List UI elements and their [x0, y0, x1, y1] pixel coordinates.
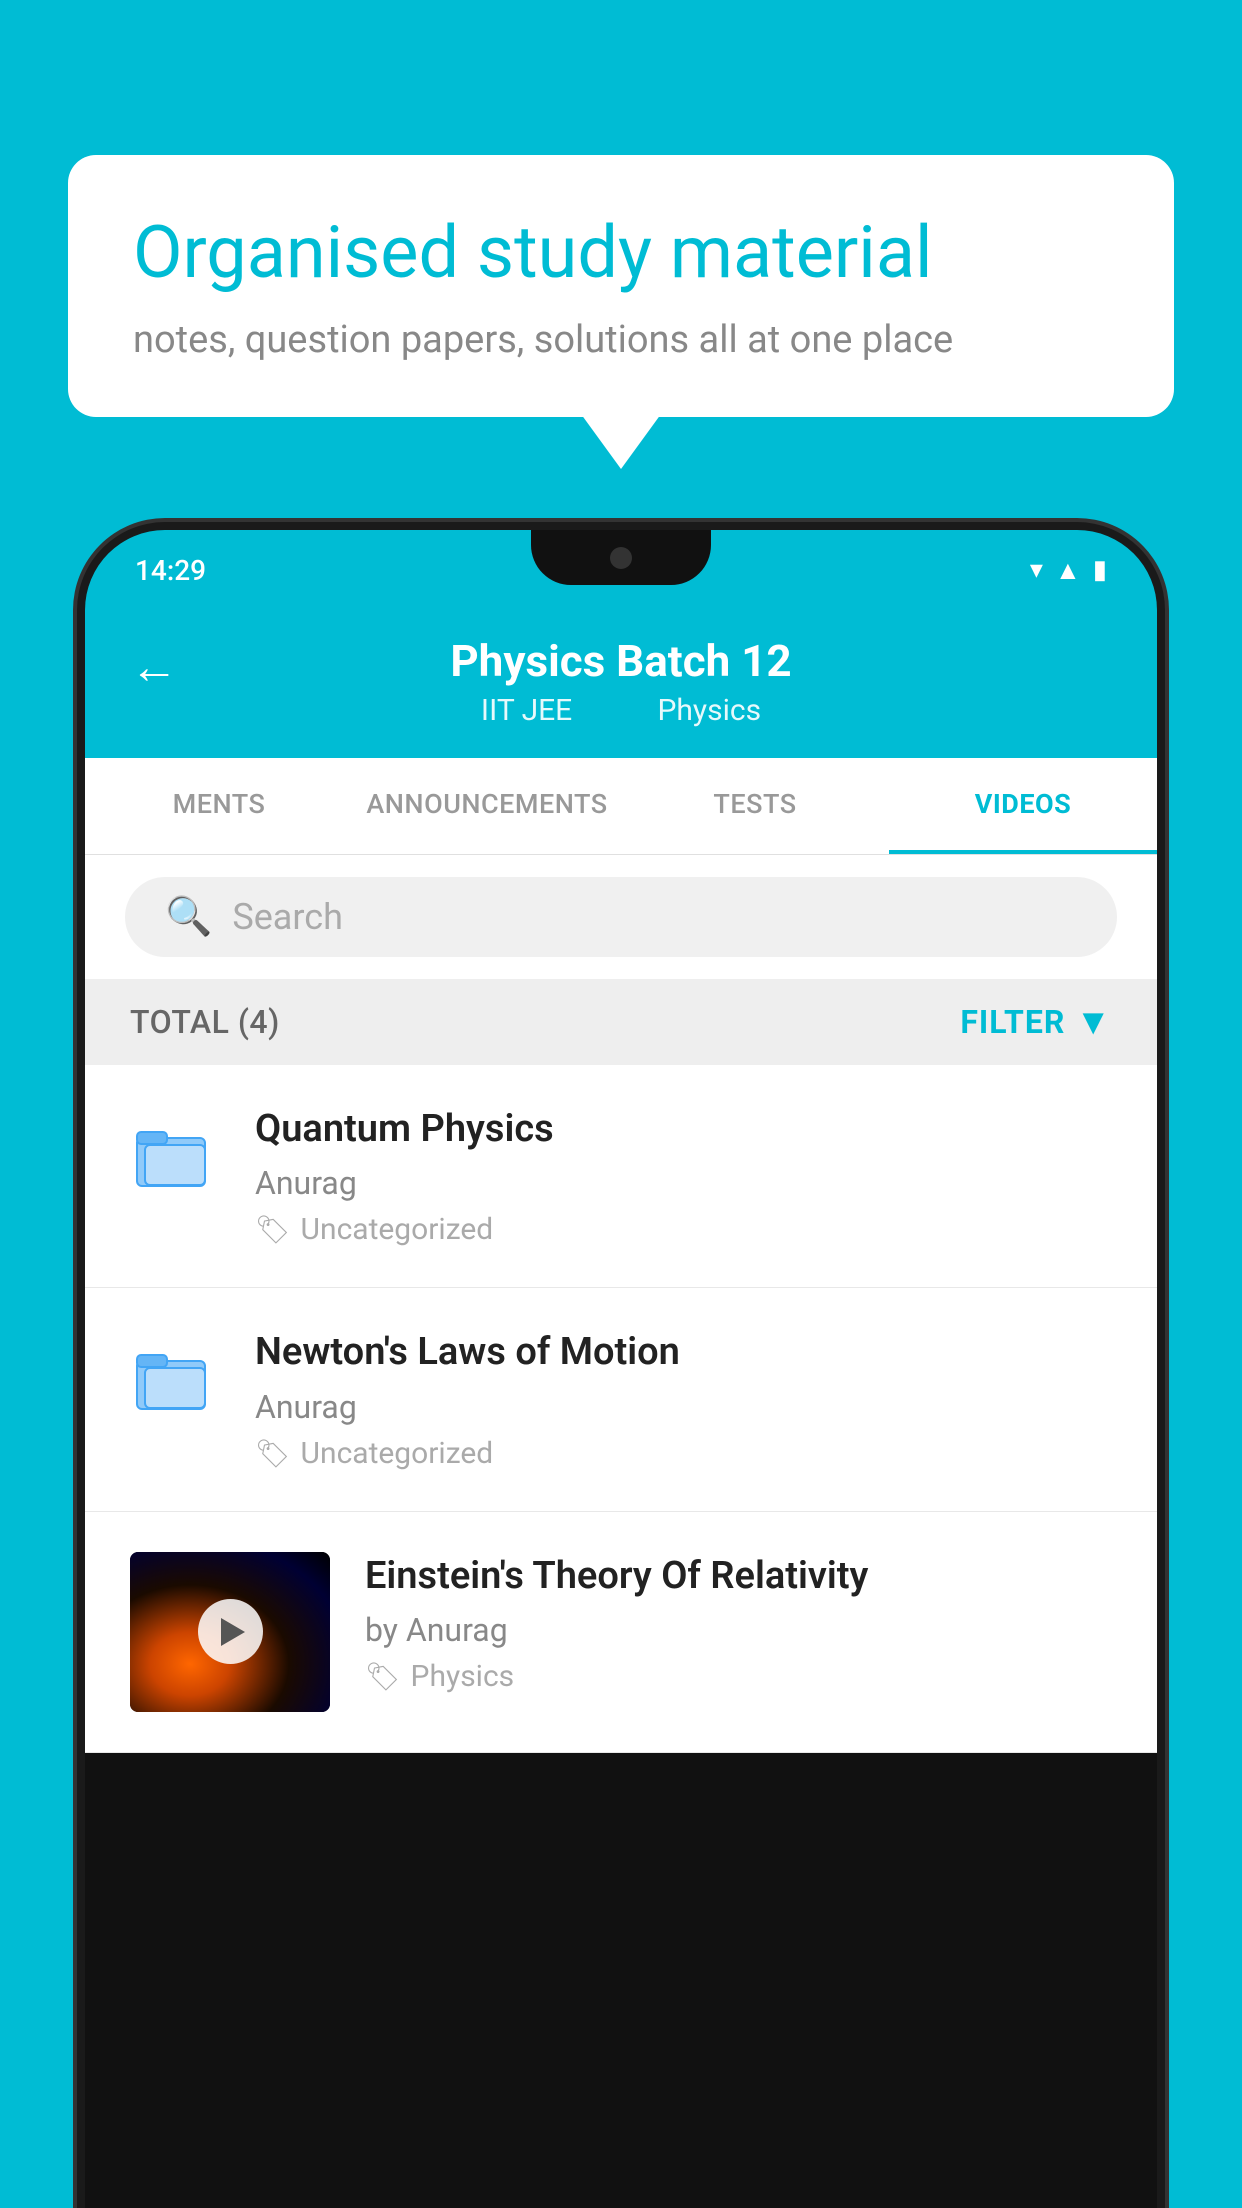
subtitle-separator — [604, 693, 626, 728]
play-button[interactable] — [198, 1599, 263, 1664]
search-input-wrap[interactable]: 🔍 Search — [125, 877, 1117, 957]
video-tag: 🏷 Uncategorized — [255, 1212, 1112, 1247]
battery-icon: ▮ — [1093, 555, 1107, 585]
list-item[interactable]: Einstein's Theory Of Relativity by Anura… — [85, 1512, 1157, 1753]
video-thumbnail — [130, 1552, 330, 1712]
tab-bar: MENTS ANNOUNCEMENTS TESTS VIDEOS — [85, 758, 1157, 855]
list-item[interactable]: Newton's Laws of Motion Anurag 🏷 Uncateg… — [85, 1288, 1157, 1511]
filter-icon: ▼ — [1075, 1001, 1112, 1043]
signal-icon: ▲ — [1055, 555, 1081, 586]
filter-button[interactable]: FILTER ▼ — [960, 1001, 1112, 1043]
phone-frame: 14:29 ▾ ▲ ▮ ← Physics Batch 12 IIT JEE P… — [85, 530, 1157, 2208]
video-title: Einstein's Theory Of Relativity — [365, 1552, 1112, 1601]
folder-icon — [130, 1333, 220, 1423]
subtitle-iitjee: IIT JEE — [481, 693, 572, 728]
video-info: Einstein's Theory Of Relativity by Anura… — [365, 1552, 1112, 1694]
video-tag: 🏷 Uncategorized — [255, 1436, 1112, 1471]
status-icons: ▾ ▲ ▮ — [1030, 555, 1107, 586]
video-author: by Anurag — [365, 1611, 1112, 1649]
video-tag: 🏷 Physics — [365, 1659, 1112, 1694]
list-item[interactable]: Quantum Physics Anurag 🏷 Uncategorized — [85, 1065, 1157, 1288]
bubble-title: Organised study material — [133, 210, 1109, 296]
video-info: Newton's Laws of Motion Anurag 🏷 Uncateg… — [255, 1328, 1112, 1470]
video-title: Newton's Laws of Motion — [255, 1328, 1112, 1377]
video-info: Quantum Physics Anurag 🏷 Uncategorized — [255, 1105, 1112, 1247]
video-author: Anurag — [255, 1388, 1112, 1426]
back-button[interactable]: ← — [130, 638, 178, 695]
tab-videos[interactable]: VIDEOS — [889, 758, 1157, 854]
status-time: 14:29 — [135, 554, 206, 587]
app-header: ← Physics Batch 12 IIT JEE Physics — [85, 610, 1157, 758]
video-list: Quantum Physics Anurag 🏷 Uncategorized N… — [85, 1065, 1157, 1753]
wifi-icon: ▾ — [1030, 555, 1043, 585]
tab-ments[interactable]: MENTS — [85, 758, 353, 854]
app-title: Physics Batch 12 — [450, 635, 791, 687]
tag-icon: 🏷 — [365, 1660, 401, 1693]
video-author: Anurag — [255, 1164, 1112, 1202]
tag-label: Physics — [411, 1659, 515, 1694]
tag-icon: 🏷 — [255, 1437, 291, 1470]
tag-label: Uncategorized — [301, 1436, 494, 1471]
camera — [610, 547, 632, 569]
tab-announcements[interactable]: ANNOUNCEMENTS — [353, 758, 621, 854]
tag-label: Uncategorized — [301, 1212, 494, 1247]
filter-label: FILTER — [960, 1003, 1065, 1041]
total-count: TOTAL (4) — [130, 1003, 280, 1041]
subtitle-physics: Physics — [657, 693, 761, 728]
app-subtitle: IIT JEE Physics — [469, 693, 773, 728]
tab-tests[interactable]: TESTS — [621, 758, 889, 854]
filter-bar: TOTAL (4) FILTER ▼ — [85, 979, 1157, 1065]
play-icon — [221, 1618, 245, 1646]
notch — [531, 530, 711, 585]
tag-icon: 🏷 — [255, 1213, 291, 1246]
bubble-subtitle: notes, question papers, solutions all at… — [133, 318, 1109, 362]
search-icon: 🔍 — [165, 895, 212, 939]
speech-bubble: Organised study material notes, question… — [68, 155, 1174, 417]
video-title: Quantum Physics — [255, 1105, 1112, 1154]
search-input[interactable]: Search — [232, 896, 343, 938]
status-bar: 14:29 ▾ ▲ ▮ — [85, 530, 1157, 610]
search-bar: 🔍 Search — [85, 855, 1157, 979]
folder-icon — [130, 1110, 220, 1200]
